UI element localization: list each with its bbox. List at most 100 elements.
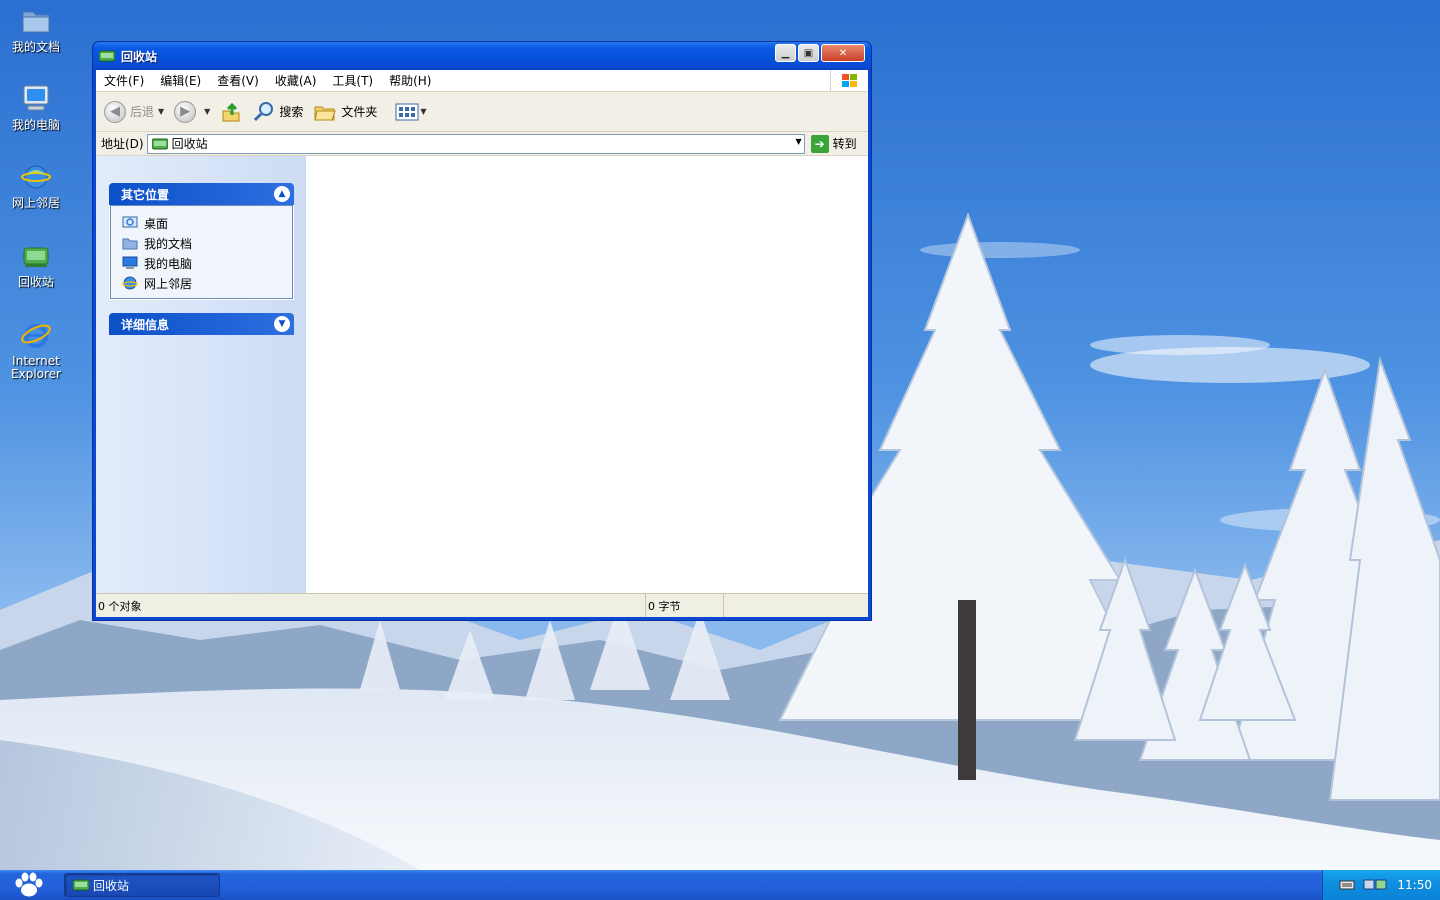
desktop-icon-label: 我的文档 (11, 40, 60, 54)
place-label: 网上邻居 (144, 276, 193, 291)
views-button[interactable]: ▼ (395, 102, 427, 122)
menu-bar: 文件(F) 编辑(E) 查看(V) 收藏(A) 工具(T) 帮助(H) (96, 70, 868, 92)
window-title: 回收站 (121, 49, 158, 64)
expand-chevron-icon[interactable]: ▼ (274, 316, 290, 332)
address-label: 地址(D) (101, 137, 144, 151)
views-dropdown-icon[interactable]: ▼ (420, 107, 426, 116)
details-panel: 详细信息 ▼ (109, 313, 294, 335)
search-button[interactable]: 搜索 (252, 101, 303, 123)
network-icon (21, 165, 51, 189)
place-desktop[interactable]: 桌面 (122, 213, 293, 233)
views-grid-icon (395, 103, 419, 120)
network-icon (122, 276, 138, 290)
system-tray: 11:50 (1322, 870, 1440, 900)
back-arrow-icon: ◀ (104, 100, 126, 123)
menu-tools[interactable]: 工具(T) (332, 72, 373, 89)
go-button[interactable]: ➔ 转到 (810, 134, 857, 153)
search-icon (254, 101, 274, 121)
desktop-icon-my-computer[interactable]: 我的电脑 (0, 82, 72, 132)
ie-icon (21, 324, 51, 348)
maximize-icon: ▣ (803, 47, 814, 59)
place-my-computer[interactable]: 我的电脑 (122, 253, 293, 273)
recycle-bin-window: 回收站 ▁ ▣ ✕ 文件(F) 编辑(E) 查看(V) 收藏(A) 工具(T) … (92, 41, 872, 621)
back-label: 后退 (130, 105, 155, 119)
folder-icon (122, 238, 138, 250)
place-label: 我的电脑 (144, 256, 193, 271)
recycle-bin-icon (99, 50, 115, 62)
address-dropdown-icon[interactable]: ▼ (795, 137, 801, 146)
place-network[interactable]: 网上邻居 (122, 273, 293, 293)
network-status-icon[interactable] (1363, 877, 1389, 893)
task-pane: 其它位置 ▲ 桌面 我的文档 我的电脑 网上邻居 详细信息 ▼ (96, 156, 306, 593)
search-label: 搜索 (279, 105, 304, 119)
go-label: 转到 (832, 137, 857, 151)
other-places-panel: 其它位置 ▲ 桌面 我的文档 我的电脑 网上邻居 (109, 183, 294, 300)
minimize-icon: ▁ (781, 47, 790, 59)
computer-icon (23, 85, 49, 111)
place-my-documents[interactable]: 我的文档 (122, 233, 293, 253)
desktop-icon-label: 网上邻居 (11, 196, 60, 210)
other-places-header[interactable]: 其它位置 ▲ (109, 183, 294, 205)
place-label: 桌面 (144, 216, 169, 231)
desktop-icon-my-documents[interactable]: 我的文档 (0, 4, 72, 54)
menu-file[interactable]: 文件(F) (104, 72, 144, 89)
computer-icon (122, 256, 138, 269)
back-button[interactable]: ◀ 后退 ▼ (104, 100, 164, 123)
start-button[interactable] (0, 870, 58, 900)
recycle-bin-icon (151, 138, 168, 149)
window-content: 其它位置 ▲ 桌面 我的文档 我的电脑 网上邻居 详细信息 ▼ (96, 156, 868, 593)
menu-view[interactable]: 查看(V) (217, 72, 259, 89)
other-places-title: 其它位置 (121, 187, 170, 202)
desktop-icon-label: 我的电脑 (11, 118, 60, 132)
place-label: 我的文档 (144, 236, 193, 251)
windows-flag-icon (841, 74, 857, 87)
toolbar: ◀ 后退 ▼ ▶ ▼ 搜索 文件夹 ▼ (96, 92, 868, 132)
details-header[interactable]: 详细信息 ▼ (109, 313, 294, 335)
forward-arrow-icon: ▶ (174, 100, 197, 123)
close-button[interactable]: ✕ (821, 44, 865, 62)
back-dropdown-icon[interactable]: ▼ (158, 107, 164, 116)
menu-favorites[interactable]: 收藏(A) (275, 72, 317, 89)
desktop-icon-label: Internet Explorer (11, 354, 61, 381)
taskbar-button-recycle-bin[interactable]: 回收站 (64, 873, 220, 897)
folders-icon (314, 106, 337, 120)
status-bar: 0 个对象 0 字节 (96, 593, 868, 617)
status-objects: 0 个对象 (98, 599, 142, 613)
windows-logo (830, 70, 868, 92)
taskbar: 回收站 11:50 (0, 870, 1440, 900)
paw-logo-icon (15, 872, 43, 897)
desktop-icon-recycle-bin[interactable]: 回收站 (0, 239, 72, 289)
forward-button[interactable]: ▶ ▼ (174, 100, 210, 123)
folders-button[interactable]: 文件夹 (313, 101, 377, 123)
details-title: 详细信息 (121, 317, 170, 332)
keyboard-icon[interactable] (1339, 879, 1355, 891)
maximize-button[interactable]: ▣ (798, 44, 819, 62)
go-arrow-icon: ➔ (810, 134, 829, 153)
up-button[interactable] (220, 101, 242, 123)
status-extra (724, 594, 868, 617)
forward-dropdown-icon[interactable]: ▼ (204, 107, 210, 116)
folders-label: 文件夹 (341, 105, 378, 119)
folder-icon (22, 11, 50, 33)
status-size: 0 字节 (648, 599, 681, 613)
address-value: 回收站 (171, 137, 208, 151)
desktop-icon (122, 216, 138, 228)
taskbar-button-label: 回收站 (93, 878, 130, 893)
minimize-button[interactable]: ▁ (775, 44, 796, 62)
desktop-icon-network[interactable]: 网上邻居 (0, 160, 72, 210)
status-size-cell: 0 字节 (646, 594, 724, 617)
up-folder-icon (222, 102, 240, 121)
desktop-icon-label: 回收站 (17, 275, 54, 289)
tray-clock[interactable]: 11:50 (1397, 878, 1432, 892)
close-icon: ✕ (838, 47, 848, 59)
menu-help[interactable]: 帮助(H) (389, 72, 431, 89)
collapse-chevron-icon[interactable]: ▲ (274, 186, 290, 202)
menu-edit[interactable]: 编辑(E) (160, 72, 201, 89)
file-list-area[interactable] (306, 156, 868, 593)
recycle-bin-icon (73, 879, 89, 891)
window-titlebar[interactable]: 回收站 ▁ ▣ ✕ (93, 42, 871, 70)
address-input[interactable]: 回收站 ▼ (146, 133, 805, 154)
desktop-icon-internet-explorer[interactable]: Internet Explorer (0, 318, 72, 381)
address-bar: 地址(D) 回收站 ▼ ➔ 转到 (96, 132, 868, 156)
recycle-bin-icon (23, 247, 49, 267)
